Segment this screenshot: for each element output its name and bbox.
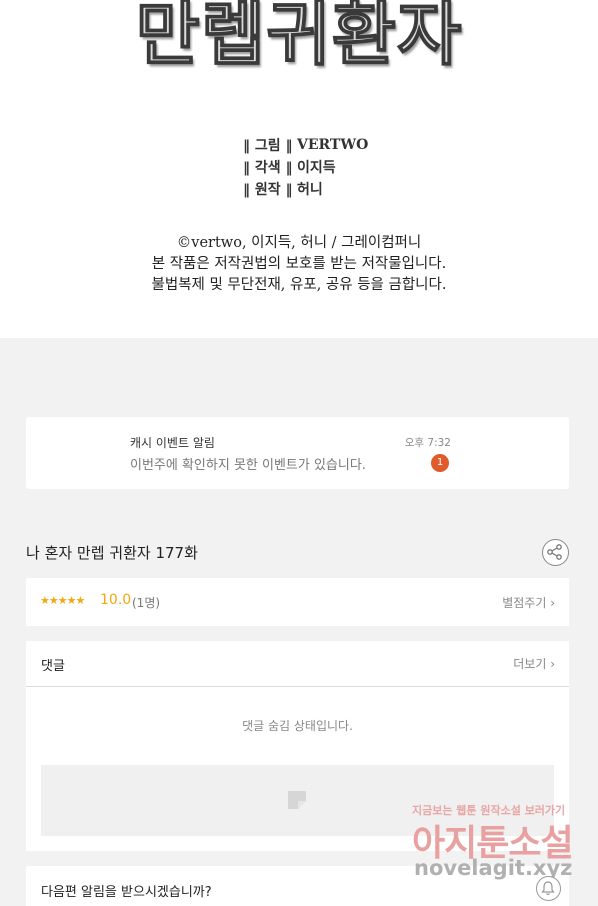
comments-label: 댓글 (41, 659, 65, 674)
credit-row: ‖ 원작 ‖ 허니 (243, 178, 368, 200)
rate-button[interactable]: 별점주기 › (502, 594, 555, 611)
rating-score: 10.0 (100, 592, 132, 608)
comic-panel: 만렙귀환자 ‖ 그림 ‖ VERTWO ‖ 각색 ‖ 이지득 ‖ 원작 ‖ 허니… (0, 0, 598, 338)
rating-card: ★★★★★ 10.0 (1명) 별점주기 › (26, 578, 569, 626)
notification-message: 이번주에 확인하지 못한 이벤트가 있습니다. (130, 458, 366, 473)
divider (26, 686, 569, 687)
comic-title-art: 만렙귀환자 (135, 0, 463, 76)
credits: ‖ 그림 ‖ VERTWO ‖ 각색 ‖ 이지득 ‖ 원작 ‖ 허니 (243, 134, 368, 200)
share-icon (547, 544, 562, 560)
episode-title: 나 혼자 만렙 귀환자 177화 (26, 544, 198, 562)
notification-title: 캐시 이벤트 알림 (130, 436, 215, 450)
credit-row: ‖ 그림 ‖ VERTWO (243, 134, 368, 156)
copyright-notice: ©vertwo, 이지득, 허니 / 그레이컴퍼니 본 작품은 저작권법의 보호… (0, 233, 598, 296)
copyright-line: 본 작품은 저작권법의 보호를 받는 저작물입니다. (151, 256, 447, 272)
comment-placeholder-icon (288, 791, 306, 809)
rating-stars: ★★★★★ (40, 594, 85, 607)
credit-name: 이지득 (297, 160, 336, 176)
event-notification-card[interactable]: 캐시 이벤트 알림 이번주에 확인하지 못한 이벤트가 있습니다. 오후 7:3… (26, 417, 569, 489)
bell-icon (541, 881, 555, 896)
comments-hidden-message: 댓글 숨김 상태입니다. (242, 719, 353, 733)
credit-role: ‖ 원작 ‖ (243, 182, 293, 198)
copyright-line: ©vertwo, 이지득, 허니 / 그레이컴퍼니 (176, 235, 422, 251)
comments-more-link[interactable]: 더보기 › (513, 655, 555, 672)
copyright-line: 불법복제 및 무단전재, 유포, 공유 등을 금합니다. (151, 277, 447, 293)
share-button[interactable] (542, 539, 569, 566)
notification-time: 오후 7:32 (404, 437, 451, 449)
credit-role: ‖ 그림 ‖ (243, 138, 293, 154)
credit-role: ‖ 각색 ‖ (243, 160, 293, 176)
next-episode-alert-label: 다음편 알림을 받으시겠습니까? (41, 885, 212, 900)
notification-badge: 1 (431, 454, 449, 472)
next-alert-bell-button[interactable] (536, 876, 561, 901)
credit-name: VERTWO (297, 137, 369, 153)
credit-row: ‖ 각색 ‖ 이지득 (243, 156, 368, 178)
credit-name: 허니 (297, 182, 323, 198)
rating-count: (1명) (132, 596, 161, 610)
